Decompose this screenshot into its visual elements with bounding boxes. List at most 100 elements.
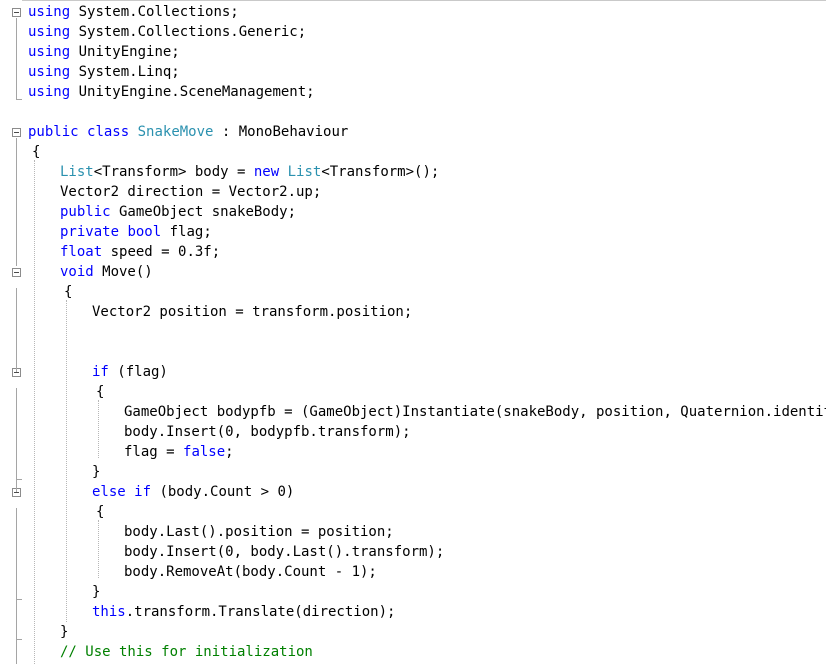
code-line[interactable]: { xyxy=(0,142,826,162)
code-line[interactable]: using System.Linq; xyxy=(0,62,826,82)
code-line[interactable]: } xyxy=(0,622,826,642)
code-line[interactable]: { xyxy=(0,282,826,302)
code-line[interactable]: public class SnakeMove : MonoBehaviour xyxy=(0,122,826,142)
outline-gutter-line xyxy=(16,508,17,664)
indent-guide xyxy=(98,400,99,458)
code-area[interactable]: using System.Collections; using System.Co… xyxy=(0,2,826,664)
code-line[interactable]: flag = false; xyxy=(0,442,826,462)
code-line[interactable]: body.Insert(0, bodypfb.transform); xyxy=(0,422,826,442)
editor-top-border xyxy=(22,0,826,1)
code-token: System.Collections.Generic; xyxy=(70,24,307,40)
code-token: } xyxy=(92,584,101,600)
code-line[interactable]: public GameObject snakeBody; xyxy=(0,202,826,222)
code-line-text: else if (body.Count > 0) xyxy=(92,482,294,502)
code-line[interactable]: // Use this for initialization xyxy=(0,642,826,662)
code-line-text: using System.Linq; xyxy=(28,62,180,82)
code-editor-window: { "editor": { "lines": [ [["kw","using"]… xyxy=(0,0,826,664)
code-line[interactable]: { xyxy=(0,502,826,522)
code-line-text: GameObject bodypfb = (GameObject)Instant… xyxy=(124,402,826,422)
code-token: } xyxy=(92,464,101,480)
code-line[interactable]: using System.Collections; xyxy=(0,2,826,22)
code-token: System.Collections; xyxy=(70,4,239,20)
code-token: <Transform> body = xyxy=(93,164,254,180)
code-line[interactable]: this.transform.Translate(direction); xyxy=(0,602,826,622)
code-line[interactable] xyxy=(0,322,826,342)
code-token: (body.Count > 0) xyxy=(151,484,295,500)
code-line[interactable] xyxy=(0,102,826,122)
outline-gutter-line xyxy=(16,18,17,100)
code-line-text: body.RemoveAt(body.Count - 1); xyxy=(124,562,377,582)
code-line-text: float speed = 0.3f; xyxy=(60,242,220,262)
collapse-icon[interactable] xyxy=(12,268,21,277)
code-line[interactable]: List<Transform> body = new List<Transfor… xyxy=(0,162,826,182)
code-line-text: body.Insert(0, bodypfb.transform); xyxy=(124,422,411,442)
code-line[interactable]: } xyxy=(0,462,826,482)
outline-gutter-line xyxy=(16,138,17,266)
code-token: UnityEngine.SceneManagement; xyxy=(70,84,315,100)
code-line[interactable]: else if (body.Count > 0) xyxy=(0,482,826,502)
code-line[interactable]: using UnityEngine.SceneManagement; xyxy=(0,82,826,102)
code-token: Move() xyxy=(93,264,153,280)
code-line[interactable]: body.RemoveAt(body.Count - 1); xyxy=(0,562,826,582)
indent-guide xyxy=(98,520,99,578)
code-line[interactable]: Vector2 position = transform.position; xyxy=(0,302,826,322)
collapse-icon[interactable] xyxy=(12,8,21,17)
collapse-icon[interactable] xyxy=(12,128,21,137)
type-token: List xyxy=(60,164,94,180)
keyword-token: if xyxy=(92,364,109,380)
code-line[interactable] xyxy=(0,342,826,362)
code-line-text: if (flag) xyxy=(92,362,168,382)
keyword-token: using xyxy=(28,64,71,80)
keyword-token: private xyxy=(60,224,120,240)
code-line[interactable]: if (flag) xyxy=(0,362,826,382)
code-token: { xyxy=(96,504,105,520)
keyword-token: false xyxy=(183,444,226,460)
code-line-text: } xyxy=(92,582,100,602)
code-token: (flag) xyxy=(108,364,168,380)
code-token: speed = 0.3f; xyxy=(102,244,221,260)
outline-gutter-tick xyxy=(16,99,22,100)
code-line[interactable]: { xyxy=(0,382,826,402)
code-line[interactable]: using UnityEngine; xyxy=(0,42,826,62)
code-token: Vector2 direction = Vector2.up; xyxy=(60,184,322,200)
code-line[interactable]: void Move() xyxy=(0,262,826,282)
code-line-text: body.Insert(0, body.Last().transform); xyxy=(124,542,444,562)
code-line[interactable]: Vector2 direction = Vector2.up; xyxy=(0,182,826,202)
keyword-token: public xyxy=(60,204,111,220)
code-token: body.Insert(0, bodypfb.transform); xyxy=(124,424,411,440)
code-token: Vector2 position = transform.position; xyxy=(92,304,413,320)
code-line-text: this.transform.Translate(direction); xyxy=(92,602,395,622)
code-line[interactable]: float speed = 0.3f; xyxy=(0,242,826,262)
code-line-text: List<Transform> body = new List<Transfor… xyxy=(60,162,439,182)
code-token: <Transform>(); xyxy=(321,164,440,180)
keyword-token: class xyxy=(87,124,130,140)
code-token: : MonoBehaviour xyxy=(213,124,349,140)
code-line-text: using System.Collections; xyxy=(28,2,239,22)
code-line[interactable]: body.Insert(0, body.Last().transform); xyxy=(0,542,826,562)
outline-gutter-line xyxy=(16,288,17,372)
code-line-text: Vector2 position = transform.position; xyxy=(92,302,412,322)
outline-gutter-tick xyxy=(16,639,22,640)
code-line[interactable]: using System.Collections.Generic; xyxy=(0,22,826,42)
code-token: { xyxy=(96,384,105,400)
code-line-text: using UnityEngine; xyxy=(28,42,180,62)
keyword-token: public xyxy=(28,124,79,140)
code-line[interactable]: private bool flag; xyxy=(0,222,826,242)
code-line-text: // Use this for initialization xyxy=(60,642,313,662)
code-line[interactable]: body.Last().position = position; xyxy=(0,522,826,542)
code-line-text: public class SnakeMove : MonoBehaviour xyxy=(28,122,348,142)
outline-gutter-line xyxy=(16,388,17,492)
keyword-token: this xyxy=(92,604,126,620)
code-line-text: flag = false; xyxy=(124,442,234,462)
code-line[interactable]: } xyxy=(0,582,826,602)
type-token: List xyxy=(287,164,322,180)
code-line[interactable]: GameObject bodypfb = (GameObject)Instant… xyxy=(0,402,826,422)
keyword-token: using xyxy=(28,84,71,100)
code-line-text: { xyxy=(96,382,104,402)
code-token: UnityEngine; xyxy=(70,44,180,60)
code-line-text: } xyxy=(92,462,100,482)
type-token: SnakeMove xyxy=(137,124,214,140)
